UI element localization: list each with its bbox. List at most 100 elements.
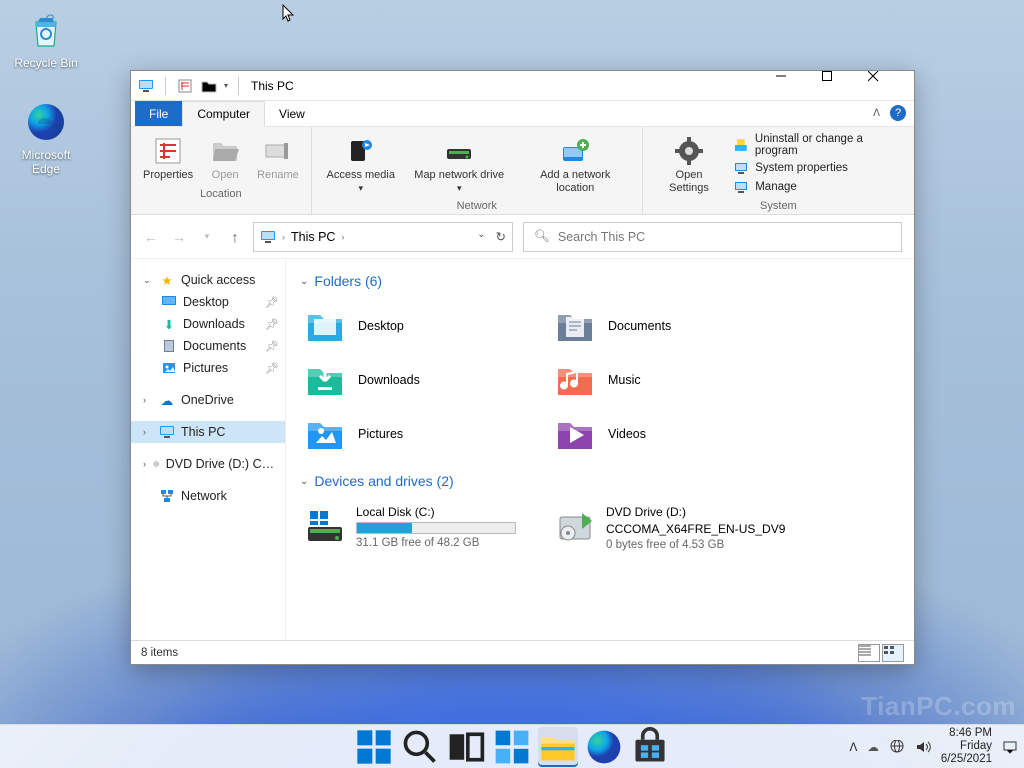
titlebar[interactable]: ▾ This PC bbox=[131, 71, 914, 101]
taskbar-taskview[interactable] bbox=[446, 727, 486, 767]
system-tray[interactable]: ᐱ ☁ 8:46 PM Friday 6/25/2021 bbox=[849, 727, 1018, 767]
tray-clock[interactable]: 8:46 PM Friday 6/25/2021 bbox=[941, 727, 992, 767]
sidebar-item-documents[interactable]: Documents📌︎ bbox=[131, 335, 285, 357]
desktop-folder-icon bbox=[304, 305, 346, 347]
desktop-icon-label: Microsoft Edge bbox=[8, 148, 84, 176]
sysprops-icon bbox=[733, 160, 749, 176]
desktop-icon-recycle-bin[interactable]: Recycle Bin bbox=[8, 8, 84, 70]
ribbon-tabs: File Computer View ᐱ ? bbox=[131, 101, 914, 127]
sidebar-network[interactable]: Network bbox=[131, 485, 285, 507]
tab-file[interactable]: File bbox=[135, 101, 182, 126]
tray-notifications-icon[interactable] bbox=[1002, 739, 1018, 755]
taskbar-widgets[interactable] bbox=[492, 727, 532, 767]
edge-icon bbox=[24, 100, 68, 144]
drive-d[interactable]: DVD Drive (D:) CCCOMA_X64FRE_EN-US_DV9 0… bbox=[550, 499, 800, 557]
tray-overflow-icon[interactable]: ᐱ bbox=[849, 740, 857, 754]
qat-dropdown-icon[interactable]: ▾ bbox=[224, 81, 228, 90]
icons-view-button[interactable] bbox=[882, 644, 904, 662]
properties-button[interactable]: Properties bbox=[139, 133, 197, 184]
breadcrumb-segment[interactable]: This PC bbox=[291, 230, 335, 244]
tray-network-icon[interactable] bbox=[889, 740, 905, 754]
sidebar-quick-access[interactable]: ⌄★Quick access bbox=[131, 269, 285, 291]
folder-desktop[interactable]: Desktop bbox=[300, 299, 550, 353]
minimize-button[interactable] bbox=[776, 71, 822, 101]
drive-c[interactable]: Local Disk (C:) 31.1 GB free of 48.2 GB bbox=[300, 499, 550, 557]
open-settings-button[interactable]: Open Settings bbox=[651, 133, 727, 196]
maximize-button[interactable] bbox=[822, 71, 868, 101]
tab-view[interactable]: View bbox=[265, 101, 319, 126]
help-icon[interactable]: ? bbox=[890, 105, 906, 121]
thispc-icon bbox=[159, 424, 175, 440]
drives-group-header[interactable]: ⌄Devices and drives (2) bbox=[300, 473, 900, 489]
network-icon bbox=[159, 488, 175, 504]
folder-documents[interactable]: Documents bbox=[550, 299, 800, 353]
tab-computer[interactable]: Computer bbox=[182, 101, 265, 127]
details-view-button[interactable] bbox=[858, 644, 880, 662]
downloads-folder-icon bbox=[304, 359, 346, 401]
taskbar-edge[interactable] bbox=[584, 727, 624, 767]
gear-icon bbox=[673, 135, 705, 167]
folder-music[interactable]: Music bbox=[550, 353, 800, 407]
ribbon: Properties Open Rename Location Access m… bbox=[131, 127, 914, 215]
up-button[interactable]: ↑ bbox=[227, 229, 243, 245]
close-button[interactable] bbox=[868, 71, 914, 101]
videos-folder-icon bbox=[554, 413, 596, 455]
open-icon bbox=[209, 135, 241, 167]
access-media-icon bbox=[345, 135, 377, 167]
qat-properties-icon[interactable] bbox=[176, 77, 194, 95]
sidebar-this-pc[interactable]: ›This PC bbox=[131, 421, 285, 443]
pin-icon: 📌︎ bbox=[265, 340, 279, 353]
drive-icon bbox=[304, 505, 346, 547]
search-input[interactable]: 🔍︎ Search This PC bbox=[523, 222, 902, 252]
ribbon-group-network: Access media Map network drive Add a net… bbox=[312, 127, 643, 214]
taskbar-explorer[interactable] bbox=[538, 727, 578, 767]
cursor-icon bbox=[282, 4, 296, 22]
cloud-icon: ☁ bbox=[159, 392, 175, 408]
sidebar-dvd-drive[interactable]: ›DVD Drive (D:) CCCOMA_X64FRE_EN-US_DV9 bbox=[131, 453, 285, 475]
back-button: ← bbox=[143, 229, 159, 245]
add-network-location-button[interactable]: Add a network location bbox=[517, 133, 634, 196]
sidebar-item-pictures[interactable]: Pictures📌︎ bbox=[131, 357, 285, 379]
refresh-button[interactable]: ↻ bbox=[496, 229, 506, 244]
add-location-icon bbox=[559, 135, 591, 167]
taskbar-store[interactable] bbox=[630, 727, 670, 767]
sidebar-item-desktop[interactable]: Desktop📌︎ bbox=[131, 291, 285, 313]
search-icon: 🔍︎ bbox=[534, 229, 550, 244]
watermark: TianPC.com bbox=[861, 691, 1016, 722]
start-button[interactable] bbox=[354, 727, 394, 767]
collapse-ribbon-icon[interactable]: ᐱ bbox=[873, 108, 880, 119]
status-bar: 8 items bbox=[131, 640, 914, 664]
folder-downloads[interactable]: Downloads bbox=[300, 353, 550, 407]
uninstall-program-button[interactable]: Uninstall or change a program bbox=[733, 133, 906, 157]
sidebar-onedrive[interactable]: ›☁OneDrive bbox=[131, 389, 285, 411]
qat-folder-icon[interactable] bbox=[200, 77, 218, 95]
open-button: Open bbox=[203, 133, 247, 184]
ribbon-group-system: Open Settings Uninstall or change a prog… bbox=[643, 127, 914, 214]
pictures-icon bbox=[161, 360, 177, 376]
tray-volume-icon[interactable] bbox=[915, 740, 931, 754]
map-drive-icon bbox=[443, 135, 475, 167]
rename-button: Rename bbox=[253, 133, 303, 184]
tray-onedrive-icon[interactable]: ☁ bbox=[867, 740, 879, 754]
nav-row: ← → ▾ ↑ › This PC › ⌄ ↻ 🔍︎ Search This P… bbox=[131, 215, 914, 259]
map-drive-button[interactable]: Map network drive bbox=[408, 133, 511, 196]
ribbon-group-location: Properties Open Rename Location bbox=[131, 127, 312, 214]
properties-icon bbox=[152, 135, 184, 167]
recent-locations-button[interactable]: ▾ bbox=[199, 231, 215, 242]
breadcrumb[interactable]: › This PC › ⌄ ↻ bbox=[253, 222, 513, 252]
sidebar: ⌄★Quick access Desktop📌︎ ⬇Downloads📌︎ Do… bbox=[131, 259, 286, 640]
system-properties-button[interactable]: System properties bbox=[733, 160, 906, 176]
folders-group-header[interactable]: ⌄Folders (6) bbox=[300, 273, 900, 289]
downloads-icon: ⬇ bbox=[161, 316, 177, 332]
sidebar-item-downloads[interactable]: ⬇Downloads📌︎ bbox=[131, 313, 285, 335]
desktop-icon-label: Recycle Bin bbox=[8, 56, 84, 70]
folder-videos[interactable]: Videos bbox=[550, 407, 800, 461]
manage-button[interactable]: Manage bbox=[733, 179, 906, 195]
access-media-button[interactable]: Access media bbox=[320, 133, 402, 196]
taskbar-search[interactable] bbox=[400, 727, 440, 767]
documents-folder-icon bbox=[554, 305, 596, 347]
desktop-icon-edge[interactable]: Microsoft Edge bbox=[8, 100, 84, 176]
drive-usage-bar bbox=[356, 522, 516, 534]
folder-pictures[interactable]: Pictures bbox=[300, 407, 550, 461]
breadcrumb-dropdown-icon[interactable]: ⌄ bbox=[477, 229, 485, 244]
